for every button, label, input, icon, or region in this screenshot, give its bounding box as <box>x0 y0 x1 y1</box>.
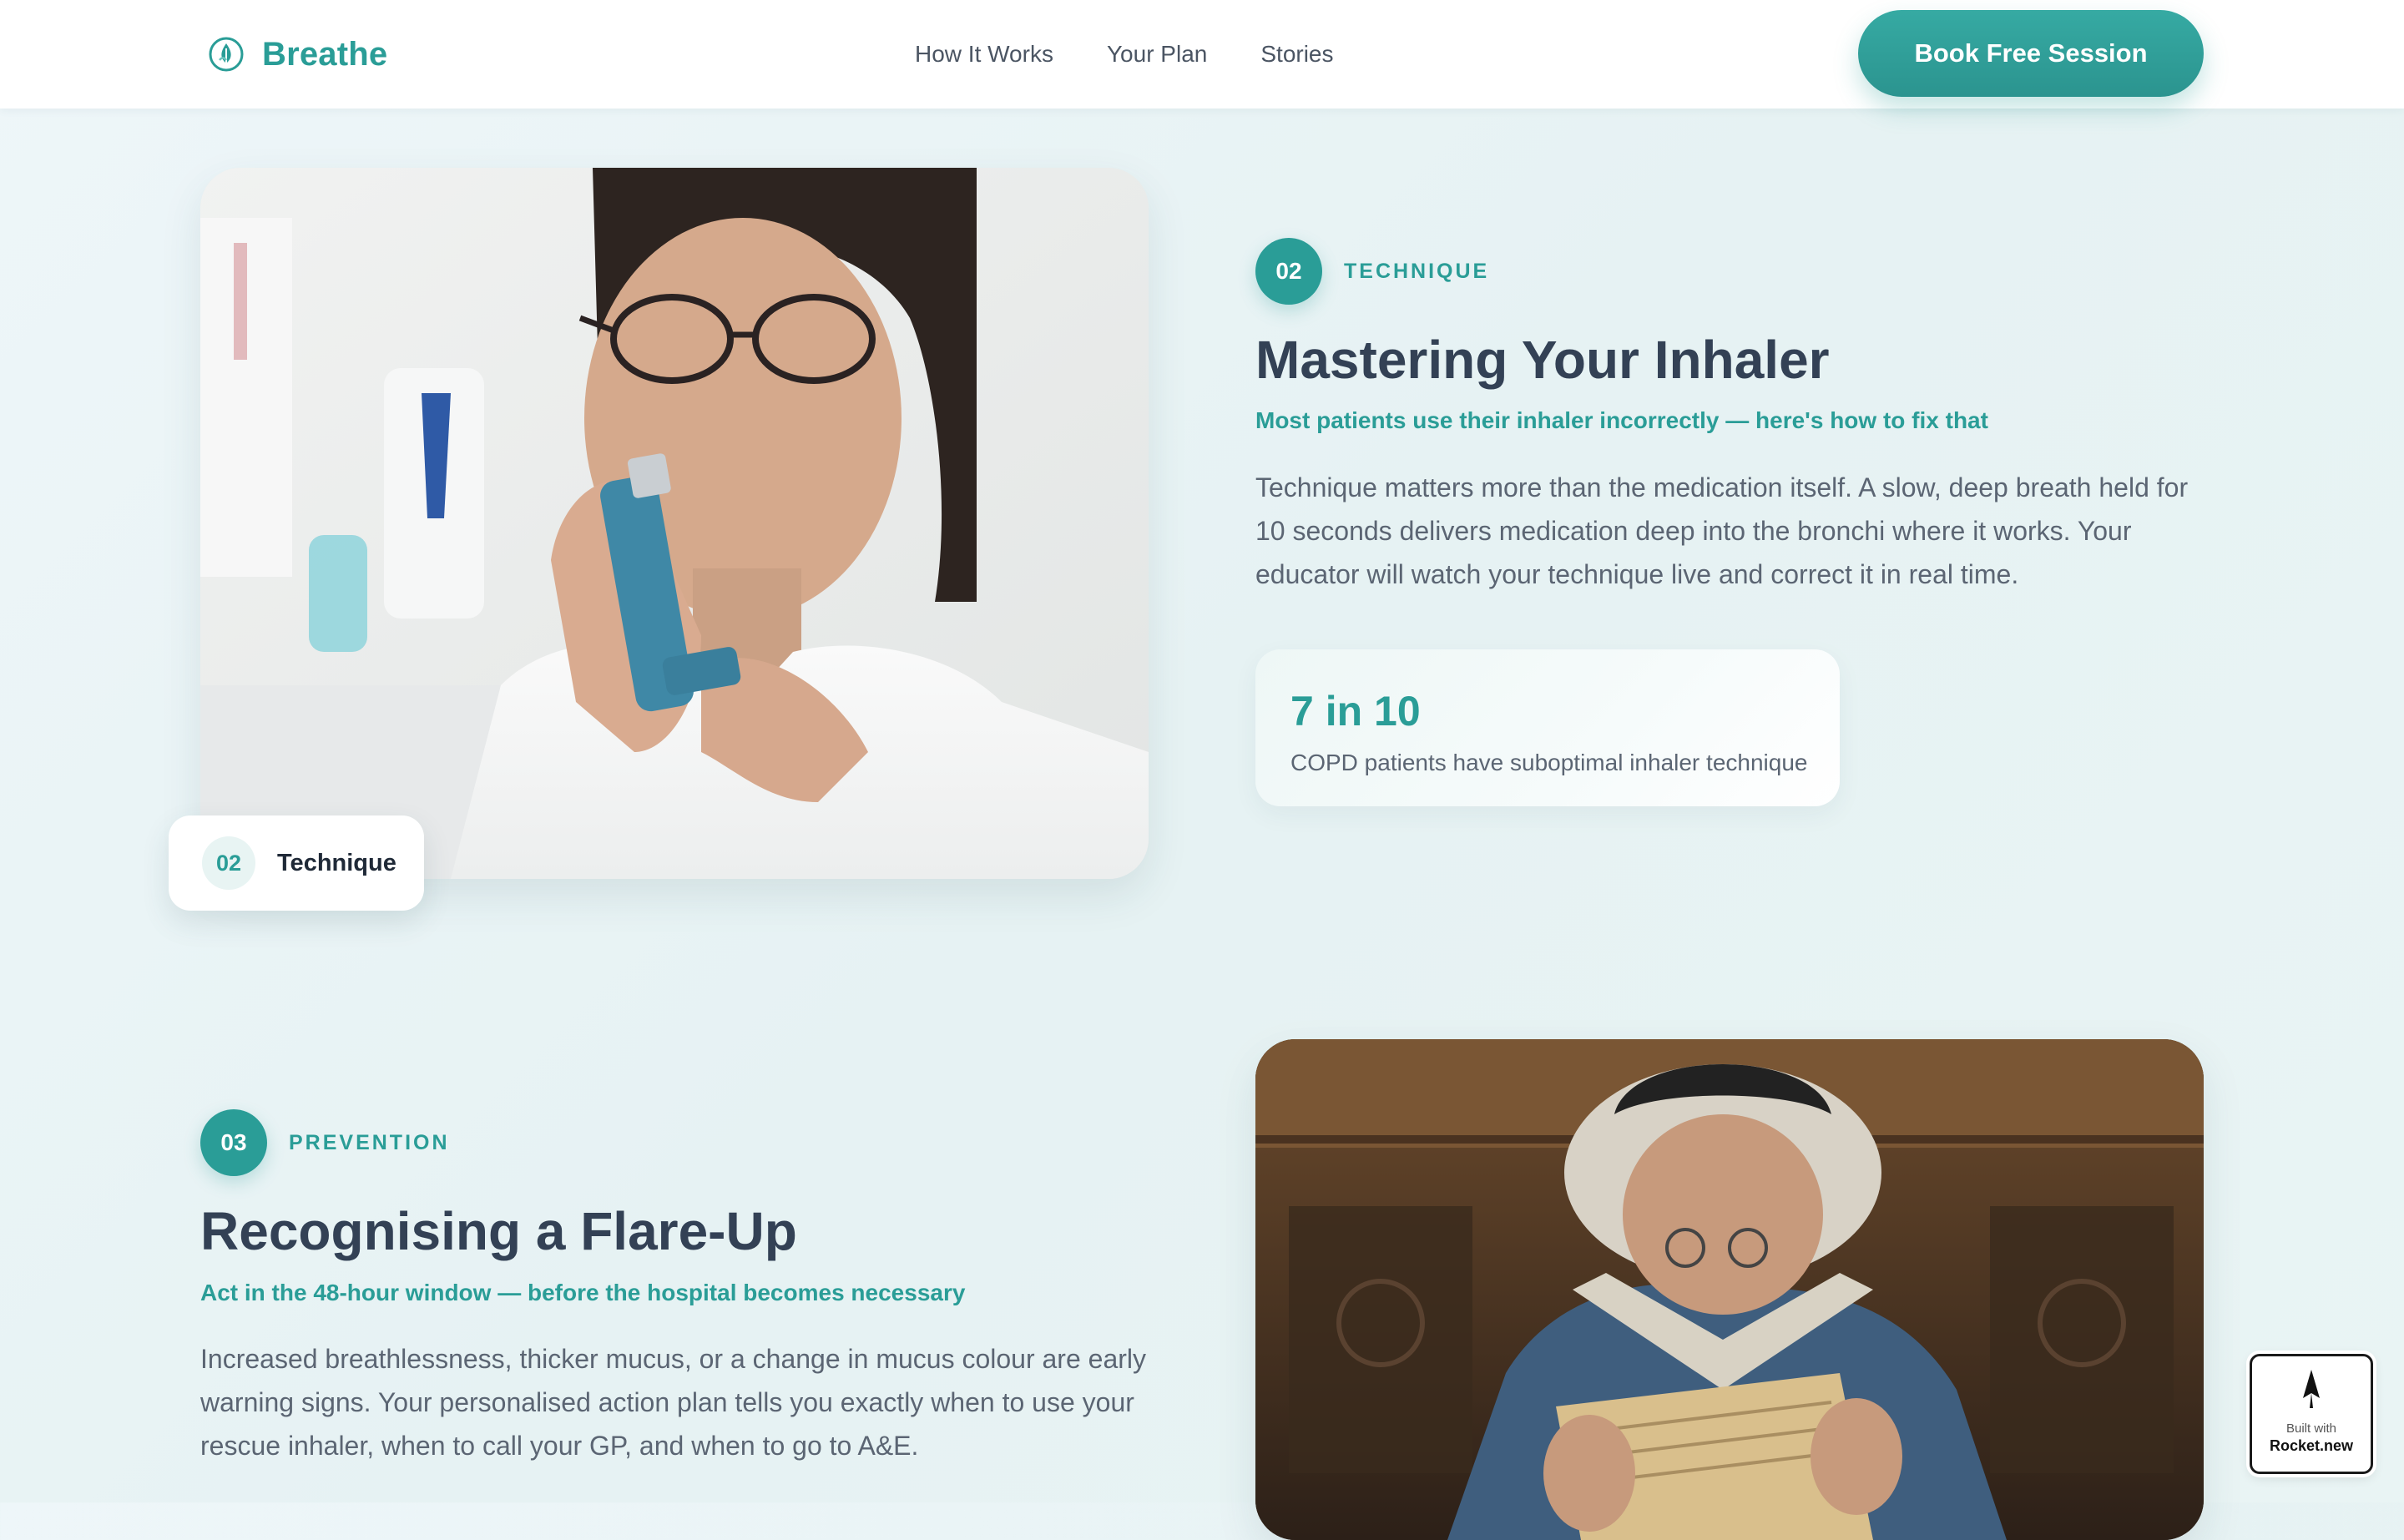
built-with-rocket-badge[interactable]: Built with Rocket.new <box>2250 1354 2373 1474</box>
badge-label: Technique <box>277 849 396 876</box>
nav-link-how-it-works[interactable]: How It Works <box>915 41 1053 68</box>
brand[interactable]: Breathe <box>207 30 387 78</box>
brand-name: Breathe <box>262 35 388 73</box>
prevention-subtitle: Act in the 48-hour window — before the h… <box>200 1280 966 1305</box>
step-tag: TECHNIQUE <box>1344 259 1490 283</box>
technique-floating-badge: 02 Technique <box>169 815 424 911</box>
stat-value: 7 in 10 <box>1290 688 1421 735</box>
inhaler-technique-photo <box>200 168 1149 879</box>
prevention-body: Increased breathlessness, thicker mucus,… <box>200 1344 1146 1461</box>
rocket-name: Rocket.new <box>2269 1437 2354 1454</box>
step-number-circle: 03 <box>200 1109 267 1176</box>
technique-subtitle: Most patients use their inhaler incorrec… <box>1255 407 1988 433</box>
reading-elder-painting <box>1255 1039 2204 1540</box>
stat-card: 7 in 10 COPD patients have suboptimal in… <box>1255 649 1840 806</box>
rocket-icon <box>2303 1370 2320 1408</box>
badge-step-number: 02 <box>202 836 255 890</box>
step-tag: PREVENTION <box>289 1130 450 1154</box>
book-free-session-button[interactable]: Book Free Session <box>1858 10 2204 97</box>
rocket-small-text: Built with <box>2285 1421 2337 1436</box>
technique-step-header: 02 TECHNIQUE <box>1255 238 1489 305</box>
step-number-circle: 02 <box>1255 238 1322 305</box>
leaf-drop-icon <box>209 37 244 72</box>
nav-links: How It Works Your Plan Stories <box>915 37 1334 72</box>
technique-body: Technique matters more than the medicati… <box>1255 472 2189 589</box>
technique-title: Mastering Your Inhaler <box>1255 330 1830 390</box>
nav-link-your-plan[interactable]: Your Plan <box>1107 41 1207 68</box>
prevention-title: Recognising a Flare-Up <box>200 1201 797 1261</box>
top-nav: Breathe How It Works Your Plan Stories B… <box>0 0 2404 109</box>
nav-link-stories[interactable]: Stories <box>1260 41 1333 68</box>
stat-label: COPD patients have suboptimal inhaler te… <box>1290 750 1808 775</box>
prevention-step-header: 03 PREVENTION <box>200 1109 450 1176</box>
